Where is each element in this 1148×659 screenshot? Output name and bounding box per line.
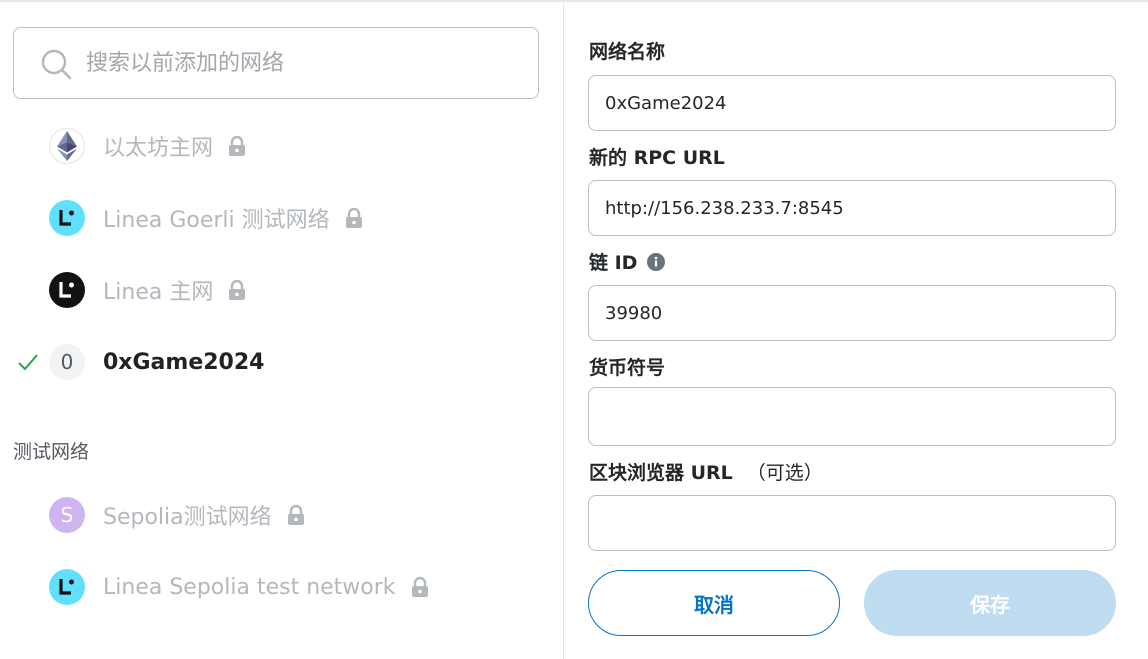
cancel-button[interactable]: 取消 xyxy=(588,570,840,636)
linea-sepolia-icon xyxy=(49,569,85,605)
network-letter-avatar: 0 xyxy=(49,344,85,380)
network-item-linea-sepolia[interactable]: Linea Sepolia test network xyxy=(0,559,563,615)
network-item-ethereum[interactable]: 以太坊主网 xyxy=(0,118,563,174)
test-networks-heading: 测试网络 xyxy=(13,441,90,463)
panel-divider xyxy=(563,2,564,659)
network-item-linea-mainnet[interactable]: Linea 主网 xyxy=(0,262,563,318)
linea-mainnet-icon xyxy=(49,272,85,308)
lock-icon xyxy=(229,279,246,300)
chain-id-input[interactable] xyxy=(588,285,1116,341)
network-label: Linea Sepolia test network xyxy=(103,575,430,600)
lock-icon xyxy=(287,504,304,525)
linea-goerli-icon xyxy=(49,200,85,236)
network-item-linea-goerli[interactable]: Linea Goerli 测试网络 xyxy=(0,190,563,246)
network-letter-avatar: S xyxy=(49,497,85,533)
rpc-url-input[interactable] xyxy=(588,180,1116,236)
network-item-0xgame2024[interactable]: 0 0xGame2024 xyxy=(0,334,563,390)
network-item-sepolia[interactable]: S Sepolia测试网络 xyxy=(0,487,563,543)
network-label: Linea Goerli 测试网络 xyxy=(103,202,364,234)
network-label: Sepolia测试网络 xyxy=(103,499,306,531)
search-icon xyxy=(41,49,72,80)
chain-id-label: 链 ID xyxy=(589,248,666,275)
network-name-label: 网络名称 xyxy=(589,41,666,63)
currency-symbol-input[interactable] xyxy=(588,387,1116,446)
search-input[interactable] xyxy=(86,28,526,98)
lock-icon xyxy=(345,207,362,228)
network-label: Linea 主网 xyxy=(103,274,247,306)
ethereum-icon xyxy=(49,128,85,164)
network-name-input[interactable] xyxy=(588,75,1116,131)
network-label: 以太坊主网 xyxy=(103,130,247,162)
check-icon xyxy=(18,354,38,371)
search-box[interactable] xyxy=(13,27,539,99)
lock-icon xyxy=(411,576,428,597)
network-label: 0xGame2024 xyxy=(103,349,265,375)
lock-icon xyxy=(229,135,246,156)
currency-symbol-label: 货币符号 xyxy=(589,357,666,379)
block-explorer-url-label: 区块浏览器 URL （可选） xyxy=(589,462,823,484)
save-button[interactable]: 保存 xyxy=(864,570,1116,636)
info-icon[interactable] xyxy=(647,252,666,271)
block-explorer-url-input[interactable] xyxy=(588,495,1116,551)
rpc-url-label: 新的 RPC URL xyxy=(589,147,725,169)
